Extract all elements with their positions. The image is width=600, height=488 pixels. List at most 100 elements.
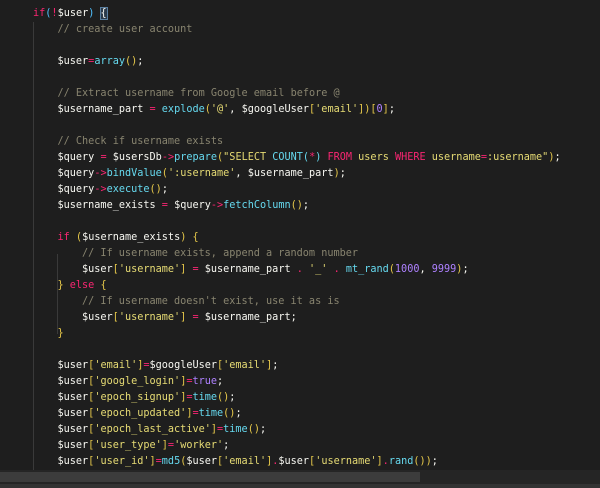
code-line[interactable]: $user['user_type']='worker'; xyxy=(58,438,230,454)
code-token: ; xyxy=(137,56,144,67)
scrollbar-thumb[interactable] xyxy=(0,472,420,482)
code-token: $user xyxy=(57,456,89,467)
code-token: 'epoch_last_active' xyxy=(94,424,211,435)
code-token: $user xyxy=(186,456,218,467)
code-line[interactable]: } xyxy=(58,326,64,342)
code-token: ; xyxy=(259,424,267,435)
code-token: md5 xyxy=(161,456,181,467)
code-token: $username_part xyxy=(57,104,144,115)
code-token: explode xyxy=(161,104,205,115)
code-token: 'user_type' xyxy=(94,440,162,451)
code-token: 'username' xyxy=(118,264,181,275)
code-line[interactable]: if ($username_exists) { xyxy=(58,230,199,246)
code-token: $user xyxy=(57,408,89,419)
code-line[interactable]: $query = $usersDb->prepare("SELECT COUNT… xyxy=(58,150,561,166)
code-token: COUNT( xyxy=(272,152,310,163)
horizontal-scrollbar[interactable] xyxy=(0,470,600,484)
code-token: ; xyxy=(462,264,469,275)
code-token: 'email' xyxy=(223,456,267,467)
code-token: // If username exists, append a random n… xyxy=(82,248,359,259)
code-token: ; xyxy=(217,376,224,387)
code-token: -> xyxy=(94,184,107,195)
code-token: mt_rand xyxy=(345,264,389,275)
code-token: $user xyxy=(57,56,89,67)
code-line[interactable]: // If username doesn't exist, use it as … xyxy=(82,294,340,310)
code-token: $user xyxy=(82,264,113,275)
code-token: // Extract username from Google email be… xyxy=(57,88,340,99)
code-token: 'email' xyxy=(94,360,138,371)
code-token: username xyxy=(425,152,481,163)
code-line[interactable]: $user['epoch_updated']=time(); xyxy=(58,406,242,422)
indent-guide xyxy=(33,22,34,470)
code-token: 9999 xyxy=(431,264,457,275)
code-token: :username" xyxy=(486,152,549,163)
code-token: 1000 xyxy=(394,264,420,275)
code-token: prepare xyxy=(174,152,218,163)
code-line[interactable]: $user=array(); xyxy=(58,54,144,70)
code-line[interactable]: $username_exists = $query->fetchColumn()… xyxy=(58,198,310,214)
code-token: $user xyxy=(57,440,89,451)
code-token: time xyxy=(198,408,224,419)
code-token: 'username' xyxy=(315,456,377,467)
code-token: $username_exists xyxy=(57,200,156,211)
code-line[interactable]: $user['email']=$googleUser['email']; xyxy=(58,358,279,374)
code-token: ; xyxy=(554,152,561,163)
code-token: $query xyxy=(174,200,211,211)
code-line[interactable]: $query->execute(); xyxy=(58,182,168,198)
code-line[interactable]: $query->bindValue(':username', $username… xyxy=(58,166,346,182)
code-token: $googleUser xyxy=(241,104,310,115)
code-token: ; xyxy=(388,104,395,115)
code-token: true xyxy=(192,376,218,387)
code-token: ; xyxy=(223,440,230,451)
code-token: $user xyxy=(57,376,89,387)
code-token: 'username' xyxy=(118,312,181,323)
code-line[interactable]: $user['user_id']=md5($user['email'].$use… xyxy=(58,454,438,470)
code-token: $user xyxy=(278,456,310,467)
code-line[interactable]: // create user account xyxy=(58,22,193,38)
code-token: // create user account xyxy=(57,24,193,35)
code-line[interactable]: } else { xyxy=(58,278,107,294)
code-token: // If username doesn't exist, use it as … xyxy=(82,296,340,307)
code-token: $user xyxy=(57,8,89,19)
code-line[interactable]: $user['epoch_last_active']=time(); xyxy=(58,422,267,438)
code-token: 'worker' xyxy=(174,440,224,451)
code-line[interactable]: $user['username'] = $username_part; xyxy=(82,310,297,326)
code-token: ; xyxy=(290,312,297,323)
code-token: $username_part xyxy=(247,168,334,179)
code-token: 'epoch_updated' xyxy=(94,408,187,419)
code-line[interactable]: if(!$user) { xyxy=(33,6,108,22)
code-token: $user xyxy=(57,392,89,403)
code-token: () xyxy=(290,200,303,211)
code-token: ; xyxy=(272,360,279,371)
code-token: ; xyxy=(229,392,236,403)
code-token: $username_part xyxy=(204,312,291,323)
code-token: ; xyxy=(339,168,346,179)
code-token: '@' xyxy=(210,104,230,115)
code-line[interactable]: $user['epoch_signup']=time(); xyxy=(58,390,236,406)
code-token: } xyxy=(57,328,64,339)
code-token: rand xyxy=(388,456,414,467)
code-line[interactable]: // If username exists, append a random n… xyxy=(82,246,358,262)
code-token: ; xyxy=(235,408,242,419)
code-line[interactable]: // Extract username from Google email be… xyxy=(58,86,340,102)
code-token: if xyxy=(57,232,70,243)
code-line[interactable]: $user['username'] = $username_part . '_'… xyxy=(82,262,469,278)
code-token: () xyxy=(223,408,236,419)
code-token: time xyxy=(223,424,248,435)
code-line[interactable]: $user['google_login']=true; xyxy=(58,374,224,390)
code-token: $query xyxy=(57,184,95,195)
code-token: ; xyxy=(431,456,438,467)
code-token: () xyxy=(124,56,138,67)
code-token: $username_exists xyxy=(82,232,181,243)
code-editor[interactable]: if(!$user) { // create user account $user=… xyxy=(0,0,600,470)
code-token: execute xyxy=(106,184,150,195)
code-token: 'user_id' xyxy=(94,456,150,467)
status-bar-edge xyxy=(0,484,600,488)
code-token: bindValue xyxy=(106,168,162,179)
code-line[interactable]: // Check if username exists xyxy=(58,134,224,150)
code-line[interactable]: $username_part = explode('@', $googleUse… xyxy=(58,102,395,118)
code-token: time xyxy=(192,392,218,403)
code-token: fetchColumn xyxy=(223,200,291,211)
code-token: -> xyxy=(210,200,224,211)
